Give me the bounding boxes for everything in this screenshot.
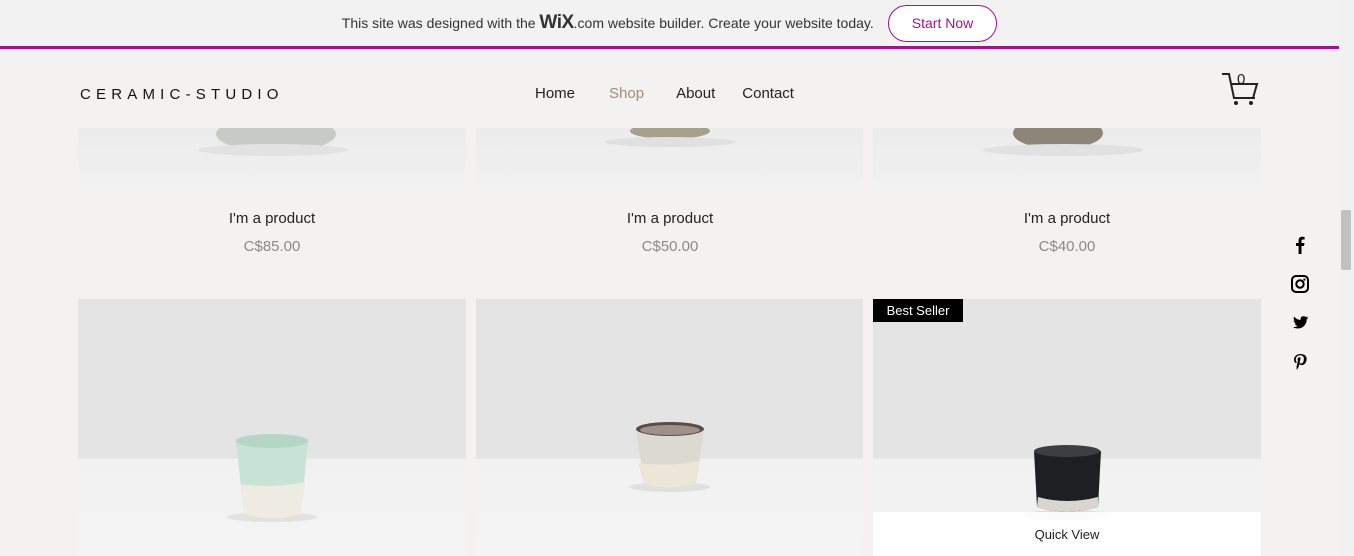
cart-count: 0 [1237,71,1246,88]
quick-view-button[interactable]: Quick View [873,512,1261,556]
product-image[interactable] [78,299,466,556]
nav-about[interactable]: About [662,85,728,102]
product-name[interactable]: I'm a product [476,210,864,227]
product-image[interactable] [476,128,863,192]
nav-home[interactable]: Home [520,85,595,102]
product-price: C$40.00 [1038,238,1096,255]
nav-contact[interactable]: Contact [728,85,808,102]
pinterest-icon[interactable] [1289,351,1311,373]
site-header: CERAMIC-STUDIO Home Shop About Contact 0 [0,52,1339,128]
scrollbar-thumb[interactable] [1341,210,1351,270]
social-bar [1289,234,1311,390]
best-seller-badge: Best Seller [873,299,963,322]
scrollbar-track[interactable] [1339,0,1354,556]
nav-shop[interactable]: Shop [595,85,662,102]
product-image[interactable] [78,128,466,192]
main-nav: Home Shop About Contact [520,85,808,102]
facebook-icon[interactable] [1289,234,1311,256]
wix-promo-banner: This site was designed with the WiX.com … [0,0,1339,49]
instagram-icon[interactable] [1289,273,1311,295]
product-image[interactable] [476,299,863,556]
product-name[interactable]: I'm a product [78,210,466,227]
site-logo[interactable]: CERAMIC-STUDIO [80,86,284,103]
twitter-icon[interactable] [1289,312,1311,334]
product-price: C$85.00 [243,238,301,255]
banner-message: This site was designed with the WiX.com … [341,12,874,33]
start-now-button[interactable]: Start Now [887,4,998,42]
product-price: C$50.00 [641,238,699,255]
wix-logo: WiX [539,12,574,33]
product-name[interactable]: I'm a product [873,210,1261,227]
product-image[interactable] [873,128,1261,192]
